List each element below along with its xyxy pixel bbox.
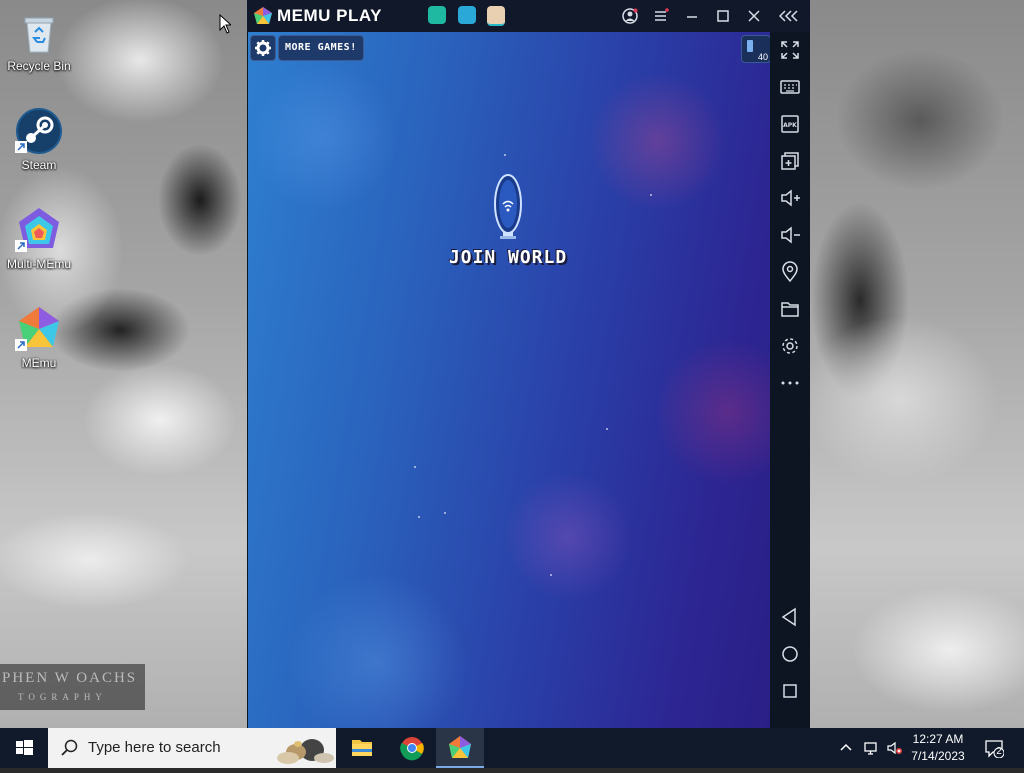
settings-icon[interactable]: [779, 335, 801, 357]
network-icon[interactable]: [862, 740, 878, 756]
notification-count: 2: [996, 746, 1002, 757]
desktop-icon-memu[interactable]: MEmu: [1, 305, 77, 370]
volume-muted-icon[interactable]: [886, 740, 902, 756]
fps-counter: 40: [741, 35, 770, 63]
menu-icon[interactable]: [651, 6, 671, 26]
bokeh-light: [503, 472, 633, 602]
close-button[interactable]: [744, 6, 764, 26]
more-games-button[interactable]: MORE GAMES!: [278, 35, 364, 61]
memu-icon: [15, 305, 63, 353]
apk-icon[interactable]: APK: [779, 113, 801, 135]
file-explorer-icon: [352, 740, 372, 756]
desktop-icon-label: Multi-MEmu: [6, 257, 71, 271]
memu-icon: [449, 736, 471, 758]
memu-logo-icon: [253, 6, 273, 26]
system-clock[interactable]: 12:27 AM 7/14/2023: [906, 731, 970, 765]
game-settings-button[interactable]: [250, 35, 276, 61]
watermark-line-1: PHEN W OACHS: [2, 670, 138, 686]
star: [444, 512, 446, 514]
bokeh-light: [248, 62, 398, 212]
recycle-bin-icon: [15, 8, 63, 56]
desktop-icon-label: Steam: [21, 158, 57, 172]
minimize-button[interactable]: [682, 6, 702, 26]
wallpaper-watermark: PHEN W OACHS TOGRAPHY: [0, 664, 145, 710]
clock-time: 12:27 AM: [912, 732, 964, 746]
taskbar: Type here to search 12:27 AM 7/14/2023 2: [0, 728, 1024, 768]
show-hidden-icons-icon[interactable]: [838, 740, 854, 756]
home-icon[interactable]: [779, 643, 801, 665]
search-placeholder: Type here to search: [88, 739, 221, 756]
bokeh-light: [658, 332, 770, 492]
start-button[interactable]: [0, 728, 48, 768]
back-icon[interactable]: [779, 606, 801, 628]
volume-down-icon[interactable]: [779, 224, 801, 246]
memu-window: MEMU PLAY MORE GAMES! 40 JOIN WORLD APK: [247, 0, 810, 728]
desktop-icon-multi-memu[interactable]: Multi-MEmu: [1, 206, 77, 271]
search-icon: [61, 739, 78, 756]
star: [650, 194, 652, 196]
star: [504, 154, 506, 156]
svg-text:APK: APK: [783, 122, 797, 129]
search-box[interactable]: Type here to search: [48, 728, 336, 768]
bokeh-light: [288, 572, 468, 728]
desktop-icon-recycle-bin[interactable]: Recycle Bin: [1, 8, 77, 73]
notifications-icon[interactable]: 2: [984, 738, 1005, 759]
star: [414, 466, 416, 468]
mouse-cursor-icon: [219, 13, 233, 39]
folder-icon[interactable]: [779, 298, 801, 320]
join-world-button[interactable]: JOIN WORLD: [428, 247, 588, 268]
fps-value: 40: [757, 52, 768, 62]
tab-app-2[interactable]: [458, 6, 476, 24]
watermark-line-2: TOGRAPHY: [18, 692, 107, 702]
star: [418, 516, 420, 518]
star: [606, 428, 608, 430]
volume-up-icon[interactable]: [779, 187, 801, 209]
location-icon[interactable]: [779, 261, 801, 283]
chrome-icon: [400, 737, 424, 761]
join-world-portal-icon[interactable]: [493, 174, 523, 242]
taskbar-chrome[interactable]: [388, 728, 436, 768]
clock-date: 7/14/2023: [911, 749, 965, 763]
star: [550, 574, 552, 576]
desktop-icon-label: Recycle Bin: [7, 59, 71, 73]
fullscreen-icon[interactable]: [779, 39, 801, 61]
emulator-sidebar: APK: [770, 32, 810, 728]
bokeh-light: [588, 72, 728, 212]
multi-memu-icon: [15, 206, 63, 254]
account-icon[interactable]: [620, 6, 640, 26]
steam-icon: [15, 107, 63, 155]
app-title: MEMU PLAY: [277, 6, 382, 25]
tab-app-1[interactable]: [428, 6, 446, 24]
desktop-icon-label: MEmu: [21, 356, 57, 370]
taskbar-file-explorer[interactable]: [338, 728, 386, 768]
title-bar[interactable]: MEMU PLAY: [247, 0, 810, 32]
recents-icon[interactable]: [779, 680, 801, 702]
search-highlight-image-icon: [277, 739, 334, 764]
keyboard-icon[interactable]: [779, 76, 801, 98]
collapse-sidebar-icon[interactable]: [778, 6, 799, 26]
maximize-button[interactable]: [713, 6, 733, 26]
tab-game[interactable]: [487, 6, 505, 26]
multi-window-icon[interactable]: [779, 150, 801, 172]
taskbar-memu[interactable]: [436, 728, 484, 768]
desktop-icon-steam[interactable]: Steam: [1, 107, 77, 172]
more-icon[interactable]: [779, 372, 801, 394]
game-screen[interactable]: MORE GAMES! 40 JOIN WORLD: [248, 32, 770, 728]
